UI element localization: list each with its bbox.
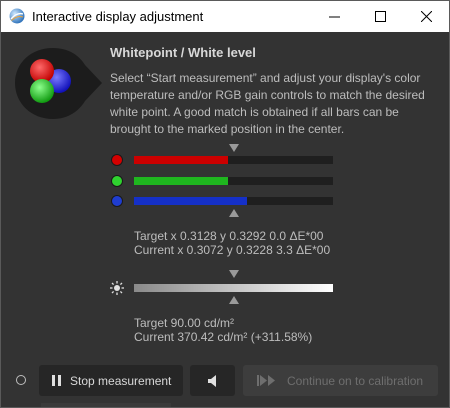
stop-measurement-button[interactable]: Stop measurement (39, 365, 183, 396)
red-gain-bar (134, 156, 333, 164)
whitepoint-target-text: Target x 0.3128 y 0.3292 0.0 ΔE*00 (134, 229, 324, 243)
green-gain-bar (134, 177, 333, 185)
section-heading: Whitepoint / White level (110, 45, 256, 60)
window-title: Interactive display adjustment (32, 9, 204, 24)
maximize-button[interactable] (357, 1, 403, 32)
continue-to-calibration-button[interactable]: Continue on to calibration (243, 365, 438, 396)
sound-toggle-button[interactable] (190, 365, 235, 396)
luminance-marker-bottom (229, 296, 239, 304)
close-button[interactable] (403, 1, 449, 32)
title-bar: Interactive display adjustment (1, 1, 449, 32)
stop-measurement-label: Stop measurement (70, 373, 172, 388)
sun-icon (110, 281, 124, 295)
close-icon (420, 11, 432, 22)
blue-gain-bar (134, 197, 333, 205)
pause-icon (52, 375, 61, 386)
luminance-target-text: Target 90.00 cd/m² (134, 316, 235, 330)
continue-label: Continue on to calibration (287, 373, 424, 388)
red-gain-fill (134, 156, 228, 164)
luminance-fill (134, 284, 333, 292)
luminance-bar (134, 284, 333, 292)
speaker-icon (207, 374, 216, 387)
minimize-button[interactable] (311, 1, 357, 32)
bottom-edge-fragment (41, 403, 171, 407)
red-indicator-dot (111, 154, 123, 166)
blue-indicator-dot (111, 195, 123, 207)
instructions-text: Select “Start measurement” and adjust yo… (110, 71, 425, 136)
whitepoint-current-text: Current x 0.3072 y 0.3228 3.3 ΔE*00 (134, 243, 331, 257)
target-marker-bottom (229, 209, 239, 217)
status-indicator (16, 375, 26, 385)
green-gain-fill (134, 177, 228, 185)
app-icon (9, 8, 25, 24)
luminance-marker-top (229, 270, 239, 278)
maximize-icon (374, 11, 386, 22)
green-indicator-dot (111, 175, 123, 187)
minimize-icon (328, 16, 340, 18)
dialog-window: Interactive display adjustment Whitepoin… (0, 0, 450, 408)
target-marker-top (229, 144, 239, 152)
rgb-logo-icon (15, 48, 102, 119)
skip-forward-icon (257, 375, 275, 386)
luminance-current-text: Current 370.42 cd/m² (+311.58%) (134, 330, 313, 344)
blue-gain-fill (134, 197, 248, 205)
